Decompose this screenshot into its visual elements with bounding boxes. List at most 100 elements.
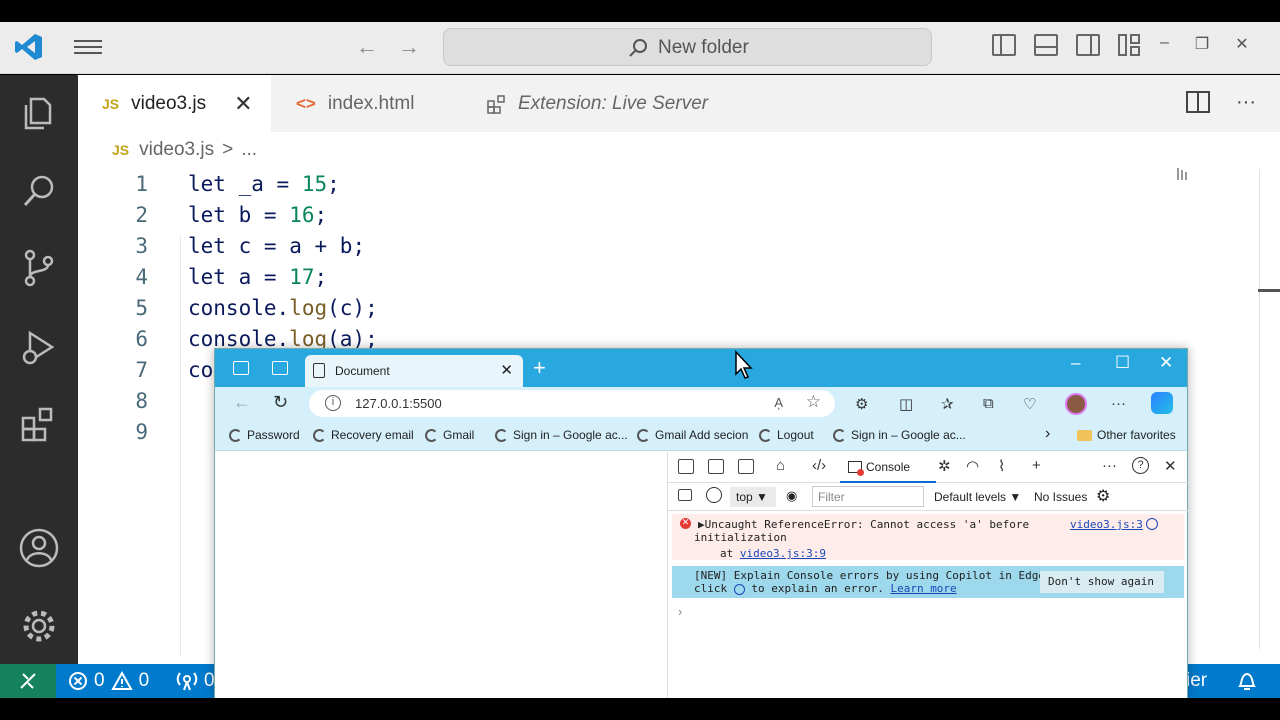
- tab-actions-icon[interactable]: [272, 361, 288, 375]
- favorite-item[interactable]: Logout: [759, 428, 814, 442]
- browser-tab-document[interactable]: Document ✕: [305, 355, 523, 387]
- favorite-item[interactable]: Gmail: [425, 428, 474, 442]
- tab-console[interactable]: Console: [840, 452, 936, 483]
- breadcrumb-file[interactable]: video3.js: [139, 139, 214, 161]
- refresh-button[interactable]: ↻: [273, 392, 288, 413]
- run-debug-icon[interactable]: [18, 327, 60, 369]
- forward-button[interactable]: →: [394, 32, 424, 62]
- favorites-overflow-chevron-icon[interactable]: ›: [1045, 425, 1050, 443]
- network-wifi-icon[interactable]: ◠: [966, 457, 979, 475]
- devtools-close-icon[interactable]: ✕: [1164, 457, 1177, 475]
- dont-show-again-button[interactable]: Don't show again: [1040, 571, 1164, 593]
- favorite-item[interactable]: Sign in – Google ac...: [495, 428, 628, 442]
- help-icon[interactable]: ?: [1132, 457, 1149, 474]
- stack-link[interactable]: video3.js:3:9: [740, 547, 826, 560]
- other-favorites[interactable]: Other favorites: [1077, 428, 1176, 442]
- browser-essentials-icon[interactable]: ♡: [1023, 395, 1036, 413]
- learn-more-link[interactable]: Learn more: [890, 582, 956, 595]
- back-button[interactable]: ←: [352, 32, 382, 62]
- workspaces-icon[interactable]: [233, 361, 249, 375]
- console-settings-gear-icon[interactable]: ⚙: [1096, 486, 1110, 506]
- browser-minimize-button[interactable]: –: [1071, 353, 1080, 373]
- search-icon[interactable]: [18, 170, 60, 212]
- live-expression-eye-icon[interactable]: ◉: [786, 488, 797, 504]
- explorer-icon[interactable]: [18, 91, 60, 133]
- console-prompt[interactable]: ›: [678, 604, 682, 619]
- minimize-button[interactable]: –: [1160, 34, 1169, 54]
- close-tab-icon[interactable]: ✕: [234, 91, 252, 117]
- split-screen-icon[interactable]: ◫: [899, 395, 913, 413]
- favorite-item[interactable]: Gmail Add secion: [637, 428, 748, 442]
- copilot-icon[interactable]: [1151, 392, 1173, 414]
- close-tab-icon[interactable]: ✕: [500, 361, 513, 379]
- welcome-home-icon[interactable]: ⌂: [776, 457, 785, 474]
- context-selector[interactable]: top ▼: [730, 487, 776, 507]
- source-control-icon[interactable]: [18, 247, 60, 289]
- console-sidebar-icon[interactable]: [678, 489, 692, 501]
- favorite-item[interactable]: Password: [229, 428, 300, 442]
- code-line: 4 let a = 17;: [78, 262, 1228, 293]
- read-aloud-icon[interactable]: Aͅ: [774, 395, 783, 410]
- minimap-icon[interactable]: [1176, 167, 1190, 181]
- devtools-more-icon[interactable]: ···: [1102, 457, 1117, 474]
- profile-avatar[interactable]: [1065, 393, 1087, 415]
- tab-video3-js[interactable]: JS video3.js ✕: [78, 75, 271, 132]
- device-emulation-icon[interactable]: [708, 459, 724, 474]
- copilot-info-banner: [NEW] Explain Console errors by using Co…: [672, 566, 1184, 598]
- site-info-icon[interactable]: i: [325, 395, 341, 411]
- browser-close-button[interactable]: ✕: [1159, 353, 1173, 373]
- error-source-link[interactable]: video3.js:3: [1070, 518, 1143, 531]
- browser-maximize-button[interactable]: ☐: [1115, 353, 1130, 373]
- toggle-sidebar-icon[interactable]: [992, 34, 1016, 56]
- error-icon: [69, 672, 87, 690]
- close-button[interactable]: ✕: [1235, 34, 1248, 54]
- more-actions-icon[interactable]: ···: [1236, 91, 1256, 114]
- dock-side-icon[interactable]: [738, 459, 754, 474]
- settings-more-icon[interactable]: ···: [1111, 395, 1126, 412]
- ports-indicator[interactable]: 0: [176, 670, 215, 692]
- favorite-star-icon[interactable]: ☆: [806, 392, 821, 412]
- settings-gear-icon[interactable]: [18, 605, 60, 647]
- restore-button[interactable]: ❐: [1195, 34, 1209, 54]
- extensions-icon[interactable]: ⚙: [855, 395, 868, 413]
- favorite-item[interactable]: Recovery email: [313, 428, 414, 442]
- remote-indicator[interactable]: [0, 664, 56, 698]
- tab-extension-live-server[interactable]: Extension: Live Server: [486, 75, 766, 132]
- notifications-bell-icon[interactable]: [1236, 669, 1258, 693]
- more-tools-plus-icon[interactable]: +: [1032, 457, 1041, 474]
- customize-layout-icon[interactable]: [1118, 34, 1142, 56]
- status-item-right[interactable]: ier: [1186, 670, 1207, 692]
- new-tab-button[interactable]: +: [533, 355, 546, 381]
- scrollbar-track[interactable]: [1259, 169, 1260, 649]
- address-bar[interactable]: i 127.0.0.1:5500 Aͅ ☆: [309, 390, 835, 417]
- toggle-secondary-sidebar-icon[interactable]: [1076, 34, 1100, 56]
- collections-icon[interactable]: ⧉: [983, 395, 994, 412]
- breadcrumb-more[interactable]: ...: [241, 139, 257, 161]
- copilot-explain-icon[interactable]: [1146, 518, 1158, 530]
- clear-console-icon[interactable]: [706, 487, 722, 503]
- toggle-panel-icon[interactable]: [1034, 34, 1058, 56]
- inspect-element-icon[interactable]: [678, 459, 694, 474]
- browser-back-button[interactable]: ←: [233, 392, 251, 413]
- split-editor-icon[interactable]: [1186, 91, 1211, 113]
- issues-status[interactable]: No Issues: [1034, 490, 1087, 504]
- console-filter-row: top ▼ ◉ Filter Default levels ▼ No Issue…: [668, 483, 1188, 511]
- command-center[interactable]: New folder: [443, 28, 932, 66]
- tab-index-html[interactable]: <> index.html: [296, 75, 466, 132]
- filter-input[interactable]: Filter: [812, 486, 924, 507]
- performance-icon[interactable]: ⌇: [998, 457, 1005, 475]
- error-text-line1[interactable]: ▶Uncaught ReferenceError: Cannot access …: [698, 518, 1029, 531]
- problems-indicator[interactable]: 0 0: [68, 670, 149, 692]
- account-icon[interactable]: [18, 527, 60, 569]
- elements-icon[interactable]: ‹/›: [812, 457, 826, 474]
- sources-bug-icon[interactable]: ✲: [938, 457, 951, 475]
- menu-icon[interactable]: [74, 36, 102, 58]
- favorites-icon[interactable]: ✰: [941, 395, 954, 413]
- page-content: [215, 452, 667, 698]
- log-levels-dropdown[interactable]: Default levels ▼: [934, 490, 1021, 504]
- js-file-icon: JS: [112, 142, 130, 158]
- favorite-item[interactable]: Sign in – Google ac...: [833, 428, 966, 442]
- devtools-panel: ⌂ ‹/› Console ✲ ◠ ⌇ + ··· ? ✕ top ▼ ◉ Fi…: [667, 452, 1188, 698]
- extensions-icon[interactable]: [18, 403, 60, 445]
- context-value: top: [736, 490, 753, 504]
